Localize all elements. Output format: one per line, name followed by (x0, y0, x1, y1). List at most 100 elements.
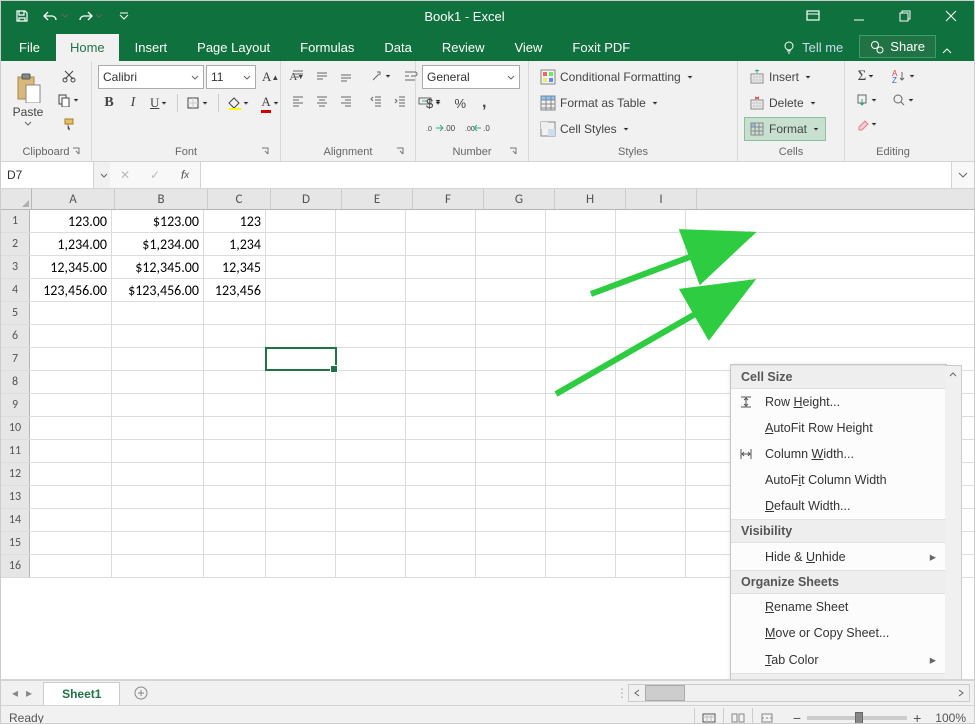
cell-A2[interactable]: 1,234.00 (30, 233, 112, 255)
bold-button[interactable]: B (98, 92, 120, 114)
column-header-A[interactable]: A (32, 189, 115, 209)
cell-I14[interactable] (616, 509, 686, 531)
cell-D15[interactable] (266, 532, 336, 554)
column-header-I[interactable]: I (626, 189, 697, 209)
number-format-combo[interactable]: General (422, 65, 520, 89)
cell-I1[interactable] (616, 210, 686, 232)
cell-C13[interactable] (204, 486, 266, 508)
column-header-B[interactable]: B (115, 189, 208, 209)
cell-B15[interactable] (112, 532, 204, 554)
row-header-15[interactable]: 15 (1, 532, 30, 554)
row-header-7[interactable]: 7 (1, 348, 30, 370)
cell-B5[interactable] (112, 302, 204, 324)
cell-B16[interactable] (112, 555, 204, 577)
cell-B3[interactable]: $12,345.00 (112, 256, 204, 278)
cell-I3[interactable] (616, 256, 686, 278)
redo-button[interactable] (75, 2, 105, 30)
cell-A14[interactable] (30, 509, 112, 531)
align-top-button[interactable] (287, 65, 309, 87)
cell-E16[interactable] (336, 555, 406, 577)
tab-insert[interactable]: Insert (121, 34, 182, 61)
cell-H13[interactable] (546, 486, 616, 508)
cell-I2[interactable] (616, 233, 686, 255)
cell-H8[interactable] (546, 371, 616, 393)
cell-F1[interactable] (406, 210, 476, 232)
menu-item-column-width[interactable]: Column Width... (731, 441, 946, 467)
cell-G2[interactable] (476, 233, 546, 255)
row-header-3[interactable]: 3 (1, 256, 30, 278)
zoom-slider[interactable] (807, 716, 907, 720)
cell-I9[interactable] (616, 394, 686, 416)
cell-D3[interactable] (266, 256, 336, 278)
cut-button[interactable] (53, 65, 85, 87)
name-box-input[interactable] (1, 168, 93, 182)
cell-C6[interactable] (204, 325, 266, 347)
tab-page-layout[interactable]: Page Layout (183, 34, 284, 61)
cell-D11[interactable] (266, 440, 336, 462)
paste-button[interactable]: Paste (7, 65, 49, 133)
cell-H15[interactable] (546, 532, 616, 554)
cell-E2[interactable] (336, 233, 406, 255)
cell-G8[interactable] (476, 371, 546, 393)
cell-F11[interactable] (406, 440, 476, 462)
menu-item-hide-unhide[interactable]: Hide & Unhide▸ (731, 543, 946, 570)
page-layout-view-button[interactable] (723, 708, 752, 724)
cell-F14[interactable] (406, 509, 476, 531)
cell-A7[interactable] (30, 348, 112, 370)
column-header-E[interactable]: E (342, 189, 413, 209)
cell-F6[interactable] (406, 325, 476, 347)
tab-home[interactable]: Home (56, 34, 119, 61)
cell-B11[interactable] (112, 440, 204, 462)
cell-B2[interactable]: $1,234.00 (112, 233, 204, 255)
tab-split-handle[interactable]: ⋮ (616, 686, 624, 700)
cell-H6[interactable] (546, 325, 616, 347)
cell-C4[interactable]: 123,456 (204, 279, 266, 301)
cell-I8[interactable] (616, 371, 686, 393)
format-cells-button[interactable]: Format (744, 117, 826, 141)
cell-G4[interactable] (476, 279, 546, 301)
column-header-F[interactable]: F (413, 189, 484, 209)
column-header-G[interactable]: G (484, 189, 555, 209)
autosum-button[interactable]: Σ (851, 65, 883, 87)
cell-D7[interactable] (266, 348, 336, 370)
cell-B14[interactable] (112, 509, 204, 531)
new-sheet-button[interactable] (128, 683, 154, 703)
percent-style-button[interactable]: % (449, 92, 471, 114)
select-all-button[interactable] (1, 189, 32, 209)
row-header-12[interactable]: 12 (1, 463, 30, 485)
cell-C5[interactable] (204, 302, 266, 324)
decrease-indent-button[interactable] (365, 90, 387, 112)
cell-D9[interactable] (266, 394, 336, 416)
row-header-14[interactable]: 14 (1, 509, 30, 531)
cell-I5[interactable] (616, 302, 686, 324)
cell-C16[interactable] (204, 555, 266, 577)
cell-H4[interactable] (546, 279, 616, 301)
cell-D12[interactable] (266, 463, 336, 485)
cell-G7[interactable] (476, 348, 546, 370)
row-header-8[interactable]: 8 (1, 371, 30, 393)
save-button[interactable] (7, 2, 37, 30)
cell-H2[interactable] (546, 233, 616, 255)
cell-G16[interactable] (476, 555, 546, 577)
format-as-table-button[interactable]: Format as Table (535, 91, 665, 115)
cell-H11[interactable] (546, 440, 616, 462)
menu-item-move-or-copy-sheet[interactable]: Move or Copy Sheet... (731, 620, 946, 646)
cell-F12[interactable] (406, 463, 476, 485)
cell-A4[interactable]: 123,456.00 (30, 279, 112, 301)
qat-customize-button[interactable] (109, 2, 139, 30)
row-header-16[interactable]: 16 (1, 555, 30, 577)
row-header-13[interactable]: 13 (1, 486, 30, 508)
cell-F7[interactable] (406, 348, 476, 370)
enter-formula-button[interactable]: ✓ (140, 162, 170, 188)
font-dialog-launcher[interactable] (260, 146, 272, 158)
align-middle-button[interactable] (311, 65, 333, 87)
cell-D16[interactable] (266, 555, 336, 577)
close-button[interactable] (928, 1, 974, 31)
row-header-5[interactable]: 5 (1, 302, 30, 324)
menu-item-row-height[interactable]: Row Height... (731, 389, 946, 415)
cell-I6[interactable] (616, 325, 686, 347)
format-painter-button[interactable] (53, 113, 85, 135)
cell-B6[interactable] (112, 325, 204, 347)
delete-cells-button[interactable]: Delete (744, 91, 823, 115)
borders-button[interactable] (182, 92, 214, 114)
